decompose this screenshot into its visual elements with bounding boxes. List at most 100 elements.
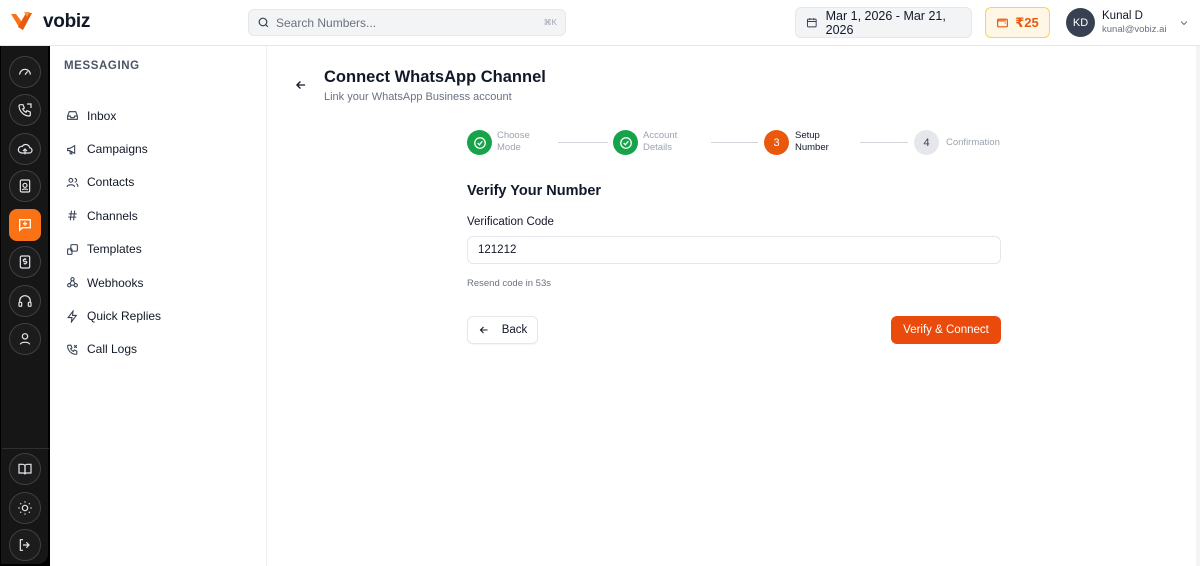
step-4-label: Confirmation (946, 137, 1000, 149)
wallet-balance: ₹25 (1015, 14, 1039, 30)
rail-docs-button[interactable] (9, 453, 41, 485)
logo[interactable]: vobiz (10, 11, 90, 33)
logout-icon (19, 539, 30, 551)
step-connector (711, 142, 758, 143)
user-icon (19, 333, 31, 345)
step-4-circle: 4 (914, 130, 939, 155)
back-button-label: Back (501, 324, 528, 336)
phone-icon (18, 103, 32, 117)
brand-name: vobiz (43, 11, 91, 32)
resend-timer: Resend code in 53s (467, 278, 551, 289)
rail-messaging-button[interactable] (9, 209, 41, 241)
check-circle-icon (473, 136, 486, 149)
step-1-label: Choose Mode (497, 130, 530, 155)
rail-support-button[interactable] (9, 285, 41, 317)
sidebar-item-label: Campaigns (87, 142, 148, 157)
back-arrow-icon[interactable] (294, 78, 308, 92)
step-3-label: Setup Number (795, 130, 829, 155)
rail-billing-button[interactable] (9, 246, 41, 278)
rail-contacts-button[interactable] (9, 170, 41, 202)
search-input[interactable] (276, 15, 544, 30)
user-name: Kunal D (1102, 10, 1143, 23)
zap-icon (67, 309, 78, 323)
date-range-picker[interactable]: Mar 1, 2026 - Mar 21, 2026 (795, 7, 972, 38)
rail-theme-button[interactable] (9, 492, 41, 524)
cloud-icon (17, 143, 33, 155)
back-button[interactable]: Back (467, 316, 538, 344)
sun-icon (18, 501, 32, 515)
book-icon (18, 463, 32, 475)
avatar: KD (1066, 8, 1095, 37)
sidebar-item-label: Webhooks (87, 275, 144, 290)
step-1-label-line1: Choose (497, 130, 530, 141)
rail-cloud-button[interactable] (9, 133, 41, 165)
rail-dashboard-button[interactable] (9, 56, 41, 88)
sidebar-item-call-logs[interactable]: Call Logs (66, 333, 161, 366)
step-3-label-line2: Number (795, 142, 829, 154)
verification-code-label: Verification Code (467, 216, 554, 228)
sidebar-title: MESSAGING (64, 60, 140, 72)
headset-icon (18, 295, 32, 307)
date-range-text: Mar 1, 2026 - Mar 21, 2026 (825, 8, 946, 37)
user-menu[interactable]: KD Kunal D kunal@vobiz.ai (1066, 8, 1190, 37)
check-circle-icon (619, 136, 632, 149)
rail-profile-button[interactable] (9, 323, 41, 355)
search-icon (258, 17, 269, 28)
search-shortcut: ⌘K (543, 18, 557, 27)
hash-icon (68, 210, 77, 221)
vobiz-logo-icon (11, 12, 32, 30)
step-4-label-line1: Confirmation (946, 137, 1000, 148)
step-2-label-line1: Account (643, 130, 678, 141)
rail-calls-button[interactable] (9, 94, 41, 126)
verification-code-input[interactable] (467, 236, 1001, 264)
step-3-circle: 3 (764, 130, 789, 155)
inbox-icon (67, 111, 78, 121)
sidebar-item-inbox[interactable]: Inbox (66, 99, 161, 132)
main-content: Connect WhatsApp Channel Link your Whats… (267, 46, 1200, 566)
sidebar-item-templates[interactable]: Templates (66, 233, 161, 266)
chevron-down-icon (1180, 20, 1187, 25)
megaphone-icon (67, 144, 76, 154)
verify-connect-button[interactable]: Verify & Connect (891, 316, 1001, 344)
search-bar[interactable]: ⌘K (248, 9, 566, 36)
webhook-icon (67, 277, 78, 288)
sidebar-item-label: Contacts (87, 175, 135, 190)
billing-icon (19, 255, 31, 269)
rail-divider (2, 448, 49, 449)
users-icon (66, 177, 79, 188)
sidebar-item-campaigns[interactable]: Campaigns (66, 132, 161, 165)
wallet-balance-button[interactable]: ₹25 (985, 7, 1050, 38)
page-subtitle: Link your WhatsApp Business account (324, 91, 512, 103)
calendar-icon (806, 18, 817, 28)
stepper: Choose Mode Account Details 3 Setup Numb… (467, 130, 1001, 170)
arrow-left-icon (479, 326, 488, 334)
step-connector (860, 142, 908, 143)
icon-rail (0, 46, 50, 566)
messaging-icon (19, 219, 31, 232)
step-2-label: Account Details (643, 130, 677, 155)
step-1-label-line2: Mode (497, 142, 521, 154)
sidebar-item-webhooks[interactable]: Webhooks (66, 266, 161, 299)
step-2-circle (613, 130, 638, 155)
wallet-icon (997, 18, 1009, 28)
sidebar-item-contacts[interactable]: Contacts (66, 166, 161, 199)
templates-icon (67, 243, 78, 255)
page-title: Connect WhatsApp Channel (324, 68, 546, 86)
contact-card-icon (19, 179, 31, 193)
messaging-sidebar: MESSAGING Inbox Campaigns Contacts Chann… (50, 46, 267, 566)
sidebar-item-label: Call Logs (87, 342, 138, 357)
dashboard-icon (19, 68, 31, 76)
user-email: kunal@vobiz.ai (1102, 23, 1167, 35)
sidebar-item-label: Inbox (87, 108, 117, 123)
sidebar-item-channels[interactable]: Channels (66, 199, 161, 232)
sidebar-item-label: Templates (87, 242, 142, 257)
sidebar-item-quick-replies[interactable]: Quick Replies (66, 299, 161, 332)
sidebar-nav: Inbox Campaigns Contacts Channels Templa… (66, 99, 161, 366)
section-title: Verify Your Number (467, 183, 602, 199)
scrollbar[interactable] (1196, 46, 1200, 566)
step-3-label-line1: Setup (795, 130, 820, 141)
step-1-circle (467, 130, 492, 155)
step-2-label-line2: Details (643, 142, 673, 154)
rail-logout-button[interactable] (9, 529, 41, 561)
step-connector (558, 142, 608, 143)
